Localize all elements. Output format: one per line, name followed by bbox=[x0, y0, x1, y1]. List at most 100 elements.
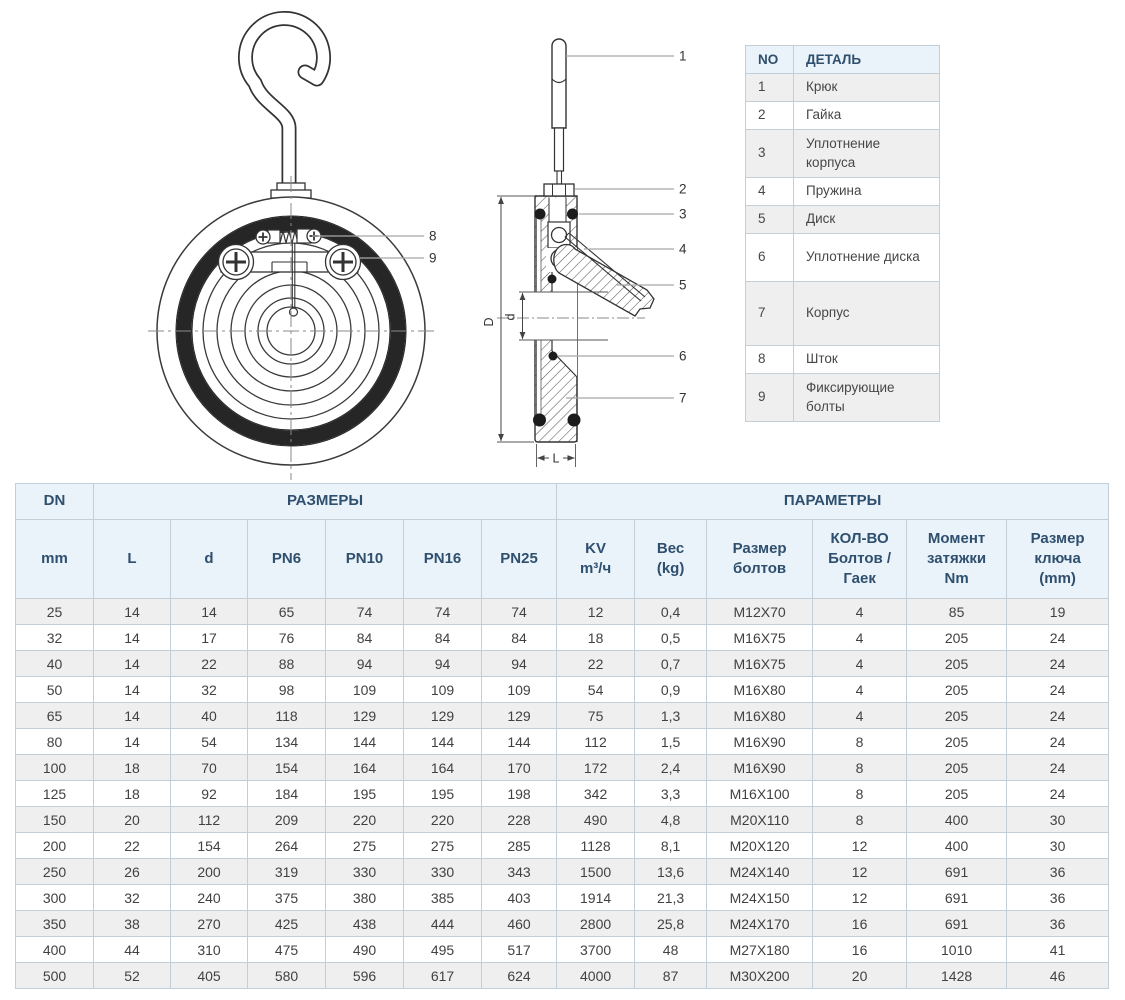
spec-cell: 14 bbox=[94, 625, 171, 651]
parts-table-body: 1Крюк2Гайка3Уплотнение корпуса4Пружина5Д… bbox=[746, 74, 940, 422]
group-header-params: ПАРАМЕТРЫ bbox=[557, 484, 1109, 520]
spec-cell: 343 bbox=[482, 859, 557, 885]
spec-cell: 22 bbox=[94, 833, 171, 859]
spec-cell: 200 bbox=[171, 859, 248, 885]
spec-cell: 385 bbox=[404, 885, 482, 911]
spec-cell: 2,4 bbox=[635, 755, 707, 781]
spec-cell: 118 bbox=[248, 703, 326, 729]
spec-cell: M16X75 bbox=[707, 625, 813, 651]
parts-row: 5Диск bbox=[746, 206, 940, 234]
spec-cell: 250 bbox=[16, 859, 94, 885]
spec-cell: 403 bbox=[482, 885, 557, 911]
spec-cell: 46 bbox=[1007, 963, 1109, 989]
spec-cell: 134 bbox=[248, 729, 326, 755]
body-seal-right bbox=[567, 209, 578, 220]
spec-cell: 144 bbox=[482, 729, 557, 755]
seat-ring-lower bbox=[537, 340, 542, 414]
spec-cell: 438 bbox=[326, 911, 404, 937]
spec-cell: 264 bbox=[248, 833, 326, 859]
spec-cell: 1914 bbox=[557, 885, 635, 911]
spec-cell: 36 bbox=[1007, 911, 1109, 937]
spec-cell: 350 bbox=[16, 911, 94, 937]
spec-cell: 400 bbox=[16, 937, 94, 963]
part-name: Корпус bbox=[794, 282, 940, 346]
hook-shape bbox=[245, 18, 323, 192]
spec-row: 35038270425438444460280025,8M24X17016691… bbox=[16, 911, 1109, 937]
spec-cell: 460 bbox=[482, 911, 557, 937]
spec-cell: 17 bbox=[171, 625, 248, 651]
bottom-seal-right bbox=[568, 414, 581, 427]
callout-4: 4 bbox=[679, 242, 687, 257]
bottom-seal-left bbox=[533, 414, 546, 427]
spec-cell: 425 bbox=[248, 911, 326, 937]
spec-cell: 24 bbox=[1007, 703, 1109, 729]
bore-opening bbox=[534, 292, 553, 340]
spec-cell: 14 bbox=[94, 651, 171, 677]
parts-row: 9Фиксирующие болты bbox=[746, 374, 940, 422]
spec-cell: 24 bbox=[1007, 781, 1109, 807]
parts-header-detail: ДЕТАЛЬ bbox=[794, 46, 940, 74]
column-header: d bbox=[171, 520, 248, 599]
column-header: КОЛ-ВО Болтов / Гаек bbox=[813, 520, 907, 599]
spec-cell: 4 bbox=[813, 703, 907, 729]
spec-cell: 94 bbox=[326, 651, 404, 677]
spec-cell: 100 bbox=[16, 755, 94, 781]
spec-cell: M16X80 bbox=[707, 703, 813, 729]
callout-1: 1 bbox=[679, 49, 687, 64]
part-name: Пружина bbox=[794, 178, 940, 206]
spec-cell: 2800 bbox=[557, 911, 635, 937]
spec-cell: 129 bbox=[326, 703, 404, 729]
spec-row: 651440118129129129751,3M16X80420524 bbox=[16, 703, 1109, 729]
spec-cell: 125 bbox=[16, 781, 94, 807]
parts-table: NO ДЕТАЛЬ 1Крюк2Гайка3Уплотнение корпуса… bbox=[745, 45, 940, 422]
spec-cell: 14 bbox=[94, 703, 171, 729]
spec-cell: 14 bbox=[94, 599, 171, 625]
valve-technical-drawing: 8 9 bbox=[0, 0, 745, 480]
column-header: KV m³/ч bbox=[557, 520, 635, 599]
spec-cell: 617 bbox=[404, 963, 482, 989]
spec-cell: 112 bbox=[171, 807, 248, 833]
parts-row: 4Пружина bbox=[746, 178, 940, 206]
stem-section-circle bbox=[552, 228, 567, 243]
spec-cell: 74 bbox=[404, 599, 482, 625]
spec-cell: 375 bbox=[248, 885, 326, 911]
spec-cell: 8 bbox=[813, 755, 907, 781]
part-number: 2 bbox=[746, 102, 794, 130]
spec-cell: 195 bbox=[326, 781, 404, 807]
part-number: 6 bbox=[746, 234, 794, 282]
spec-cell: 12 bbox=[813, 833, 907, 859]
spec-cell: 22 bbox=[557, 651, 635, 677]
spec-cell: M24X150 bbox=[707, 885, 813, 911]
spec-cell: 18 bbox=[94, 781, 171, 807]
column-header: PN6 bbox=[248, 520, 326, 599]
part-number: 1 bbox=[746, 74, 794, 102]
spec-cell: 18 bbox=[557, 625, 635, 651]
spec-cell: 54 bbox=[557, 677, 635, 703]
spec-table-body: 25141465747474120,4M12X70485193214177684… bbox=[16, 599, 1109, 989]
spec-cell: 144 bbox=[404, 729, 482, 755]
group-header-row: DN РАЗМЕРЫ ПАРАМЕТРЫ bbox=[16, 484, 1109, 520]
spec-cell: 205 bbox=[907, 703, 1007, 729]
column-header: Размер ключа (mm) bbox=[1007, 520, 1109, 599]
spec-cell: 4 bbox=[813, 651, 907, 677]
spec-cell: 285 bbox=[482, 833, 557, 859]
part-name: Крюк bbox=[794, 74, 940, 102]
disc-seal-upper bbox=[548, 275, 557, 284]
column-header: L bbox=[94, 520, 171, 599]
part-number: 4 bbox=[746, 178, 794, 206]
parts-row: 7Корпус bbox=[746, 282, 940, 346]
spec-cell: 20 bbox=[94, 807, 171, 833]
spec-row: 25141465747474120,4M12X7048519 bbox=[16, 599, 1109, 625]
spec-cell: 65 bbox=[16, 703, 94, 729]
body-seal-left bbox=[535, 209, 546, 220]
spec-cell: 400 bbox=[907, 833, 1007, 859]
spec-cell: 500 bbox=[16, 963, 94, 989]
spec-cell: 16 bbox=[813, 911, 907, 937]
spec-cell: 40 bbox=[16, 651, 94, 677]
spec-cell: 170 bbox=[482, 755, 557, 781]
spec-cell: 70 bbox=[171, 755, 248, 781]
spec-cell: 275 bbox=[326, 833, 404, 859]
spec-cell: 25,8 bbox=[635, 911, 707, 937]
spec-cell: 300 bbox=[16, 885, 94, 911]
spec-cell: 4000 bbox=[557, 963, 635, 989]
